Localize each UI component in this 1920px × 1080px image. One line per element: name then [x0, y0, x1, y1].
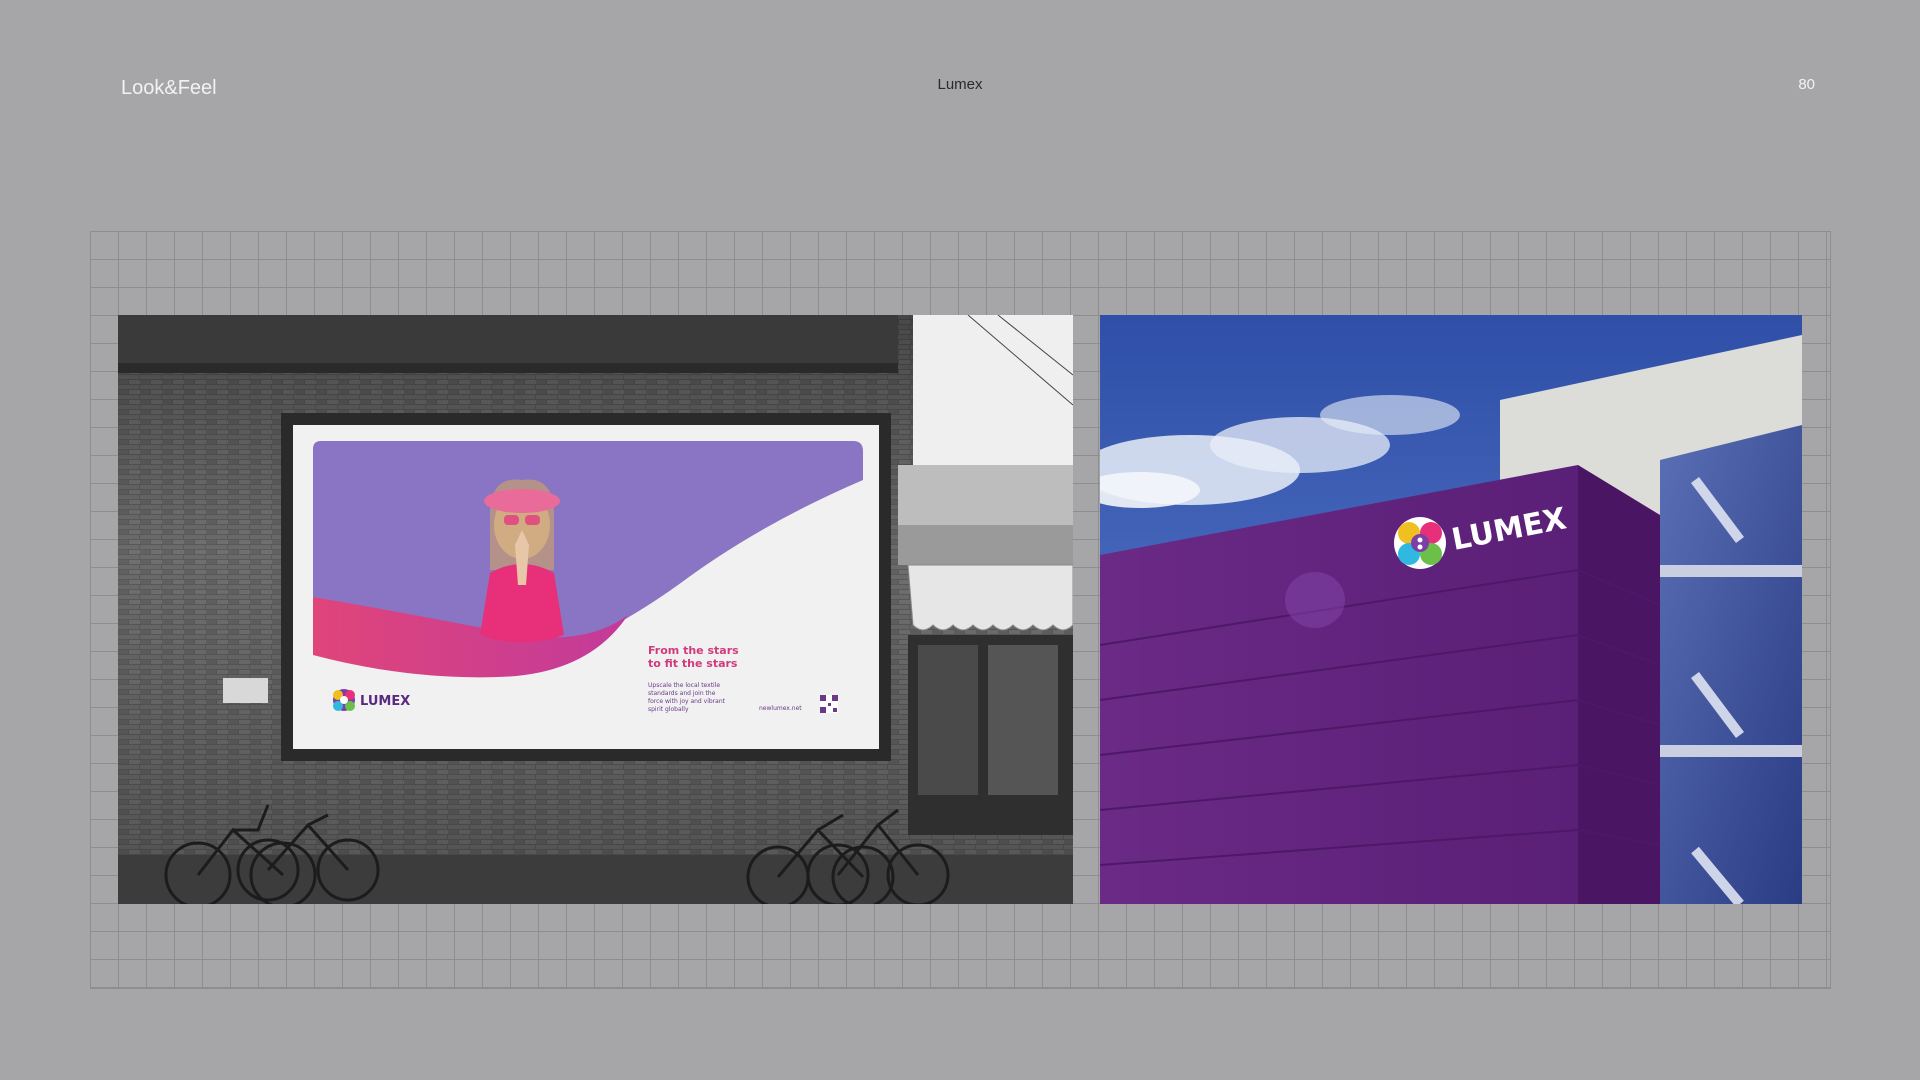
girl-figure	[480, 479, 564, 643]
billboard-photo: From the stars to fit the stars Upscale …	[118, 315, 1073, 904]
lumex-logo-icon	[1394, 517, 1446, 569]
billboard-headline-2: to fit the stars	[648, 657, 738, 670]
billboard-body-2: standards and join the	[648, 690, 716, 697]
billboard-scene: From the stars to fit the stars Upscale …	[118, 315, 1073, 904]
brand-title: Lumex	[937, 76, 983, 93]
billboard-body-4: spirit globally	[648, 706, 689, 713]
qr-code-icon	[820, 695, 838, 713]
billboard-body-3: force with joy and vibrant	[648, 698, 726, 705]
billboard-logo-text: LUMEX	[360, 694, 410, 709]
billboard-url: newlumex.net	[759, 705, 802, 712]
billboard-headline-1: From the stars	[648, 644, 739, 657]
lumex-logo-icon	[333, 689, 355, 711]
billboard-body-1: Upscale the local textile	[648, 682, 720, 689]
page-number: 80	[1798, 76, 1815, 93]
presentation-page: Look&Feel Lumex 80 From the stars to fit…	[0, 0, 1920, 1080]
building-scene: LUMEX	[1100, 315, 1802, 904]
building-photo: LUMEX	[1100, 315, 1802, 904]
